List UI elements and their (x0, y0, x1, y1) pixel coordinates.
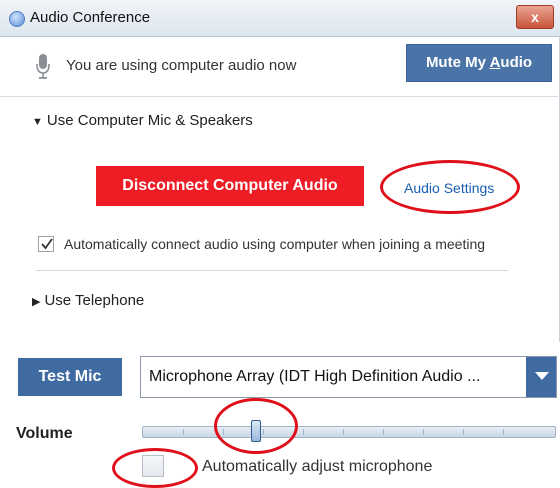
slider-tick (503, 429, 504, 435)
section-telephone[interactable]: ▶ Use Telephone (32, 292, 144, 309)
section-telephone-label: Use Telephone (44, 292, 145, 309)
mute-my-audio-button[interactable]: Mute My Audio (406, 44, 552, 82)
slider-tick (183, 429, 184, 435)
audio-conference-window: Audio Conference x You are using compute… (0, 0, 560, 342)
volume-label: Volume (16, 425, 73, 442)
slider-tick (463, 429, 464, 435)
section-computer-audio-label: Use Computer Mic & Speakers (46, 112, 253, 129)
mute-label-suffix: udio (500, 54, 533, 71)
close-icon: x (531, 9, 539, 25)
mute-label-prefix: Mute My (425, 54, 490, 71)
dropdown-arrow-icon (535, 372, 549, 380)
divider (36, 270, 508, 271)
close-button[interactable]: x (516, 5, 554, 29)
section-computer-audio[interactable]: ▼ Use Computer Mic & Speakers (32, 112, 253, 129)
slider-tick (343, 429, 344, 435)
auto-connect-checkbox[interactable] (38, 236, 54, 252)
volume-slider-track[interactable] (142, 426, 556, 438)
title-bar: Audio Conference x (0, 0, 560, 37)
annotation-circle (380, 160, 520, 214)
test-mic-button[interactable]: Test Mic (18, 358, 122, 396)
window-title: Audio Conference (30, 9, 151, 26)
slider-tick (303, 429, 304, 435)
mute-label-accel: A (489, 54, 501, 71)
annotation-circle (112, 448, 198, 488)
checkmark-icon (41, 238, 53, 250)
microphone-select[interactable]: Microphone Array (IDT High Definition Au… (140, 356, 557, 398)
audio-status-message: You are using computer audio now (66, 57, 297, 74)
auto-connect-label: Automatically connect audio using comput… (64, 236, 486, 252)
auto-adjust-label: Automatically adjust microphone (202, 458, 433, 475)
app-icon (9, 11, 25, 27)
microphone-icon (36, 54, 50, 79)
triangle-down-icon: ▼ (32, 116, 43, 128)
disconnect-computer-audio-button[interactable]: Disconnect Computer Audio (96, 166, 364, 206)
dropdown-button[interactable] (526, 357, 556, 397)
annotation-circle (214, 398, 298, 454)
divider (0, 96, 558, 97)
microphone-select-value: Microphone Array (IDT High Definition Au… (149, 368, 481, 385)
slider-tick (423, 429, 424, 435)
triangle-right-icon: ▶ (32, 296, 41, 308)
slider-tick (383, 429, 384, 435)
